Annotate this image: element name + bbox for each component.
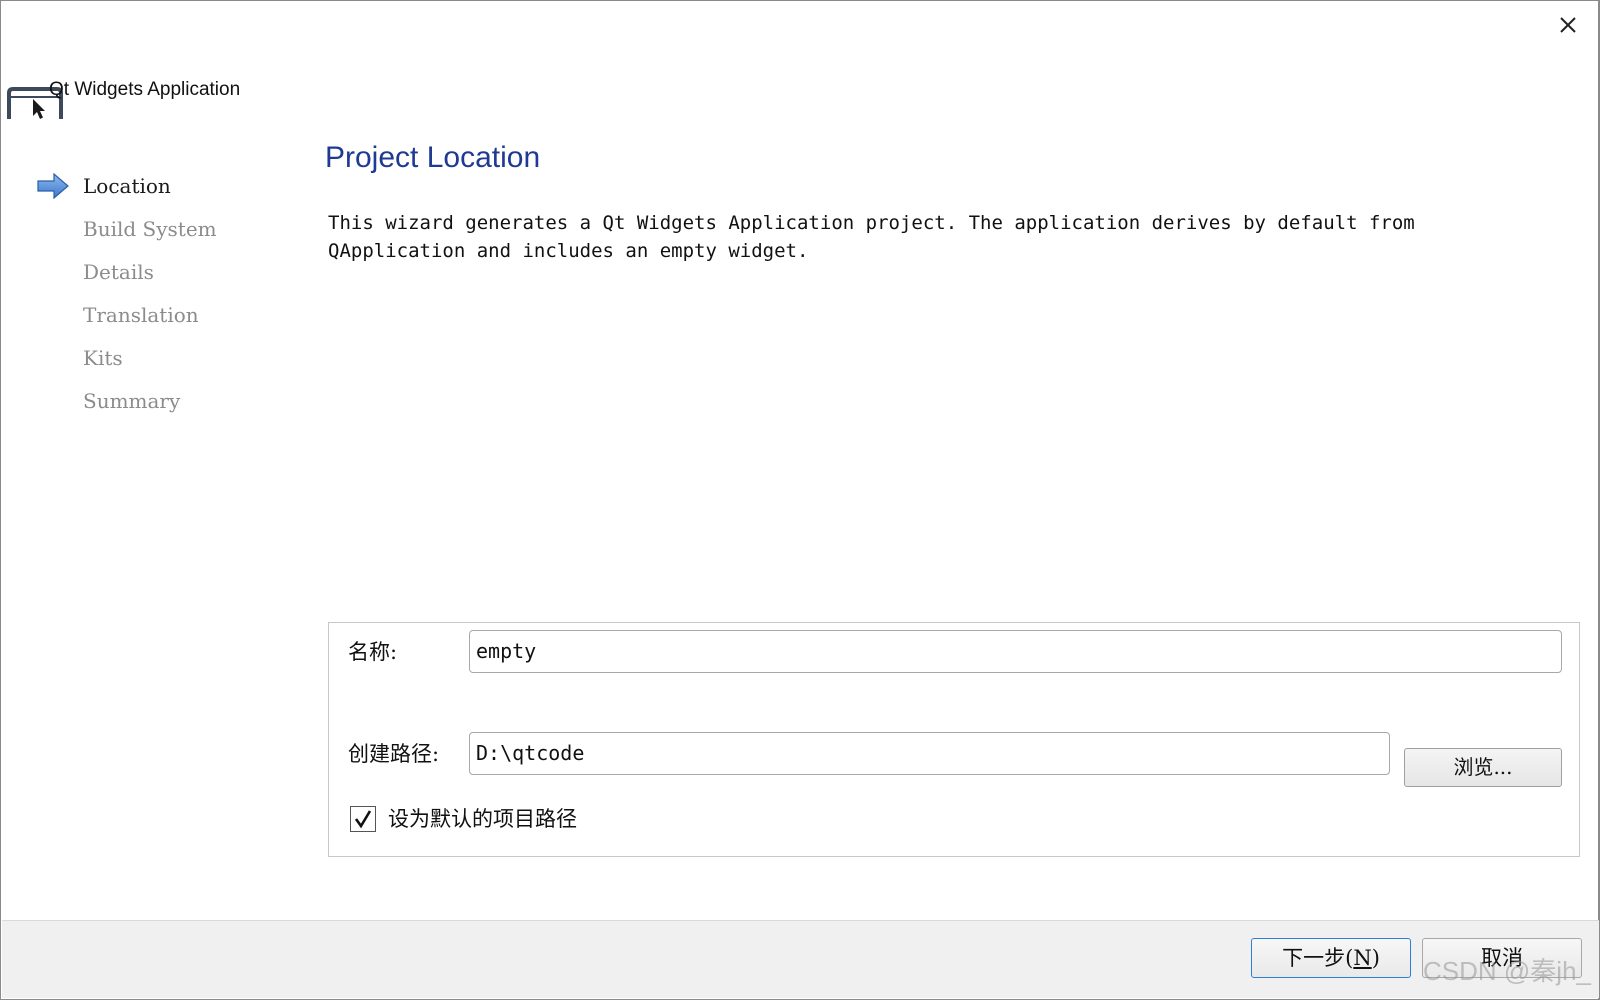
cancel-button[interactable]: 取消 — [1422, 938, 1582, 978]
wizard-window: Qt Widgets Application Location Build Sy… — [0, 0, 1600, 1000]
next-mnemonic: N — [1353, 946, 1372, 970]
step-label: Build System — [83, 217, 217, 241]
step-label: Summary — [83, 389, 181, 413]
path-label: 创建路径: — [348, 742, 440, 766]
next-button-suffix: ) — [1371, 946, 1380, 970]
default-path-checkbox[interactable] — [350, 806, 376, 832]
step-details: Details — [37, 257, 297, 300]
description-line: QApplication and includes an empty widge… — [328, 240, 809, 262]
close-button[interactable] — [1556, 13, 1580, 37]
wizard-title: Qt Widgets Application — [49, 79, 241, 100]
project-name-input[interactable]: empty — [469, 630, 1562, 673]
wizard-footer: 下一步(N) 取消 CSDN @秦jh_ — [2, 920, 1599, 998]
current-step-arrow-icon — [37, 173, 69, 199]
step-label: Details — [83, 260, 154, 284]
close-icon — [1560, 17, 1576, 33]
default-path-label: 设为默认的项目路径 — [388, 807, 577, 831]
wizard-steps: Location Build System Details Translatio… — [37, 171, 297, 429]
step-label: Translation — [83, 303, 199, 327]
next-button[interactable]: 下一步(N) — [1251, 938, 1411, 978]
step-location: Location — [37, 171, 297, 214]
browse-button[interactable]: 浏览... — [1404, 748, 1562, 787]
step-translation: Translation — [37, 300, 297, 343]
step-label: Location — [83, 174, 171, 198]
step-kits: Kits — [37, 343, 297, 386]
page-title: Project Location — [325, 141, 541, 174]
step-summary: Summary — [37, 386, 297, 429]
project-path-input[interactable]: D:\qtcode — [469, 732, 1390, 775]
page-description: This wizard generates a Qt Widgets Appli… — [328, 209, 1558, 265]
checkmark-icon — [354, 810, 372, 829]
description-line: This wizard generates a Qt Widgets Appli… — [328, 212, 1415, 234]
step-label: Kits — [83, 346, 123, 370]
step-build-system: Build System — [37, 214, 297, 257]
next-button-label: 下一步( — [1282, 946, 1354, 970]
name-label: 名称: — [348, 640, 398, 664]
project-location-form: 名称: empty 创建路径: D:\qtcode 浏览... 设为默认的项目路… — [328, 622, 1580, 857]
